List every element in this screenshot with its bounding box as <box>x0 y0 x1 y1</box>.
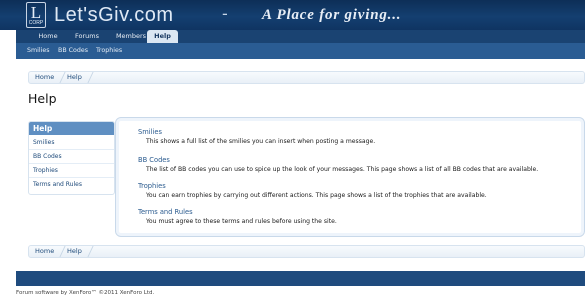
header-dash: - <box>222 4 228 23</box>
topic-desc: You must agree to these terms and rules … <box>146 218 337 225</box>
help-topic: Terms and Rules You must agree to these … <box>138 208 578 226</box>
topic-desc: The list of BB codes you can use to spic… <box>146 166 539 173</box>
footer-credit[interactable]: Forum software by XenForo™ ©2011 XenForo… <box>16 289 154 297</box>
breadcrumb-separator <box>82 72 94 83</box>
tab-home[interactable]: Home <box>30 30 66 43</box>
sidebar-item-trophies[interactable]: Trophies <box>29 164 114 178</box>
page-content: Home Help Help Help Smilies BB Codes Tro… <box>16 59 585 271</box>
sidebar-item-bb-codes[interactable]: BB Codes <box>29 150 114 164</box>
breadcrumb-separator <box>82 246 94 257</box>
site-tagline: A Place for giving... <box>262 7 402 23</box>
tab-help[interactable]: Help <box>147 30 178 43</box>
breadcrumb-home[interactable]: Home <box>35 246 54 257</box>
breadcrumb-help[interactable]: Help <box>67 246 82 257</box>
breadcrumb-separator <box>54 72 66 83</box>
site-header: L CORP Let'sGiv.com - A Place for giving… <box>0 0 585 30</box>
sidebar-item-smilies[interactable]: Smilies <box>29 136 114 150</box>
sidebar-heading[interactable]: Help <box>29 122 114 135</box>
sidebar-item-terms-and-rules[interactable]: Terms and Rules <box>29 178 114 192</box>
page-title: Help <box>28 91 57 106</box>
logo-sub: CORP <box>28 20 44 26</box>
sub-nav: Smilies BB Codes Trophies <box>16 43 585 59</box>
help-topics-panel: Smilies This shows a full list of the sm… <box>115 117 585 237</box>
tab-forums[interactable]: Forums <box>68 30 106 43</box>
breadcrumb-bottom: Home Help <box>28 245 585 258</box>
footer-bar <box>16 271 585 286</box>
site-logo-icon[interactable]: L CORP <box>26 2 46 28</box>
site-name[interactable]: Let'sGiv.com <box>54 4 173 26</box>
breadcrumb-separator <box>54 246 66 257</box>
topic-title-bb-codes[interactable]: BB Codes <box>138 156 578 165</box>
topic-desc: You can earn trophies by carrying out di… <box>146 192 487 199</box>
subnav-trophies[interactable]: Trophies <box>96 43 122 59</box>
main-nav: Home Forums Members Help <box>16 30 585 43</box>
help-topic: Smilies This shows a full list of the sm… <box>138 128 578 146</box>
help-sidebar: Help Smilies BB Codes Trophies Terms and… <box>28 121 115 195</box>
breadcrumb-help[interactable]: Help <box>67 72 82 83</box>
subnav-smilies[interactable]: Smilies <box>27 43 50 59</box>
topic-title-smilies[interactable]: Smilies <box>138 128 578 137</box>
topic-title-trophies[interactable]: Trophies <box>138 182 578 191</box>
help-topic: BB Codes The list of BB codes you can us… <box>138 156 578 174</box>
subnav-bb-codes[interactable]: BB Codes <box>58 43 88 59</box>
topic-title-terms-and-rules[interactable]: Terms and Rules <box>138 208 578 217</box>
help-topic: Trophies You can earn trophies by carryi… <box>138 182 578 200</box>
topic-desc: This shows a full list of the smilies yo… <box>146 138 376 145</box>
breadcrumb-home[interactable]: Home <box>35 72 54 83</box>
breadcrumb-top: Home Help <box>28 71 585 84</box>
